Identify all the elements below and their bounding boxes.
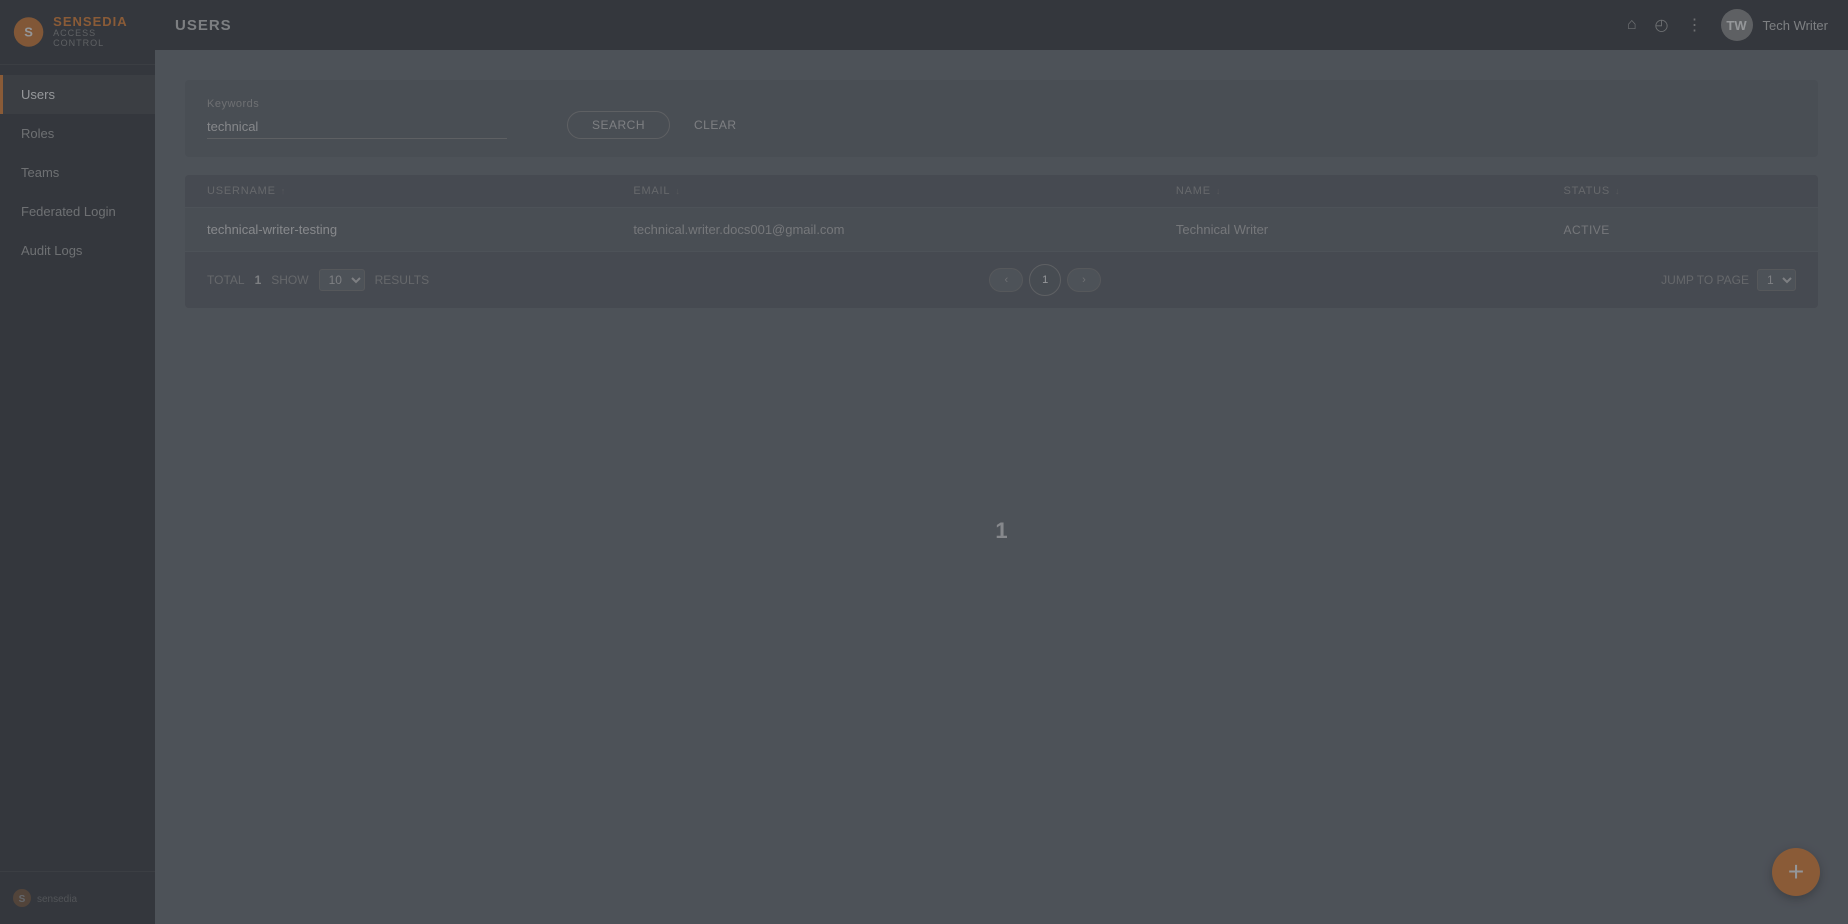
users-table: USERNAME ↑ EMAIL ↓ NAME ↓ STATUS ↓ techn… — [185, 175, 1818, 308]
search-row: Keywords SEARCH CLEAR — [207, 98, 1796, 139]
current-page-button[interactable]: 1 — [1029, 264, 1061, 296]
content-area: Keywords SEARCH CLEAR USERNAME ↑ EMAIL ↓ — [155, 50, 1848, 924]
sidebar-nav: Users Roles Teams Federated Login Audit … — [0, 65, 155, 871]
topbar: USERS ⌂ ◴ ⋮ TW Tech Writer — [155, 0, 1848, 50]
show-select[interactable]: 10 25 50 — [319, 269, 365, 291]
sidebar-item-roles[interactable]: Roles — [0, 114, 155, 153]
search-button[interactable]: SEARCH — [567, 111, 670, 139]
th-name: NAME ↓ — [1176, 185, 1564, 197]
clear-button[interactable]: CLEAR — [682, 111, 749, 139]
total-value: 1 — [255, 273, 262, 287]
results-label: RESULTS — [375, 273, 429, 287]
sidebar-item-label-teams: Teams — [21, 165, 59, 180]
sidebar-bottom-logo: S sensedia — [12, 886, 143, 910]
table-row[interactable]: technical-writer-testing technical.write… — [185, 208, 1818, 252]
pagination-bar: TOTAL 1 SHOW 10 25 50 RESULTS ‹ 1 › — [185, 252, 1818, 308]
sidebar-item-audit-logs[interactable]: Audit Logs — [0, 231, 155, 270]
sensedia-icon: S — [12, 14, 45, 50]
jump-to-page: JUMP TO PAGE 1 — [1661, 269, 1796, 291]
th-email: EMAIL ↓ — [633, 185, 1176, 197]
sidebar-item-label-roles: Roles — [21, 126, 54, 141]
sidebar-item-label-users: Users — [21, 87, 55, 102]
jump-label: JUMP TO PAGE — [1661, 273, 1749, 287]
clock-icon[interactable]: ◴ — [1655, 15, 1669, 35]
sidebar-item-teams[interactable]: Teams — [0, 153, 155, 192]
center-number: 1 — [995, 518, 1007, 544]
cell-status: ACTIVE — [1563, 223, 1796, 237]
svg-text:sensedia: sensedia — [37, 894, 77, 905]
sidebar-bottom: S sensedia — [0, 871, 155, 924]
th-status: STATUS ↓ — [1563, 185, 1796, 197]
sidebar-logo-area: S sensedia ACCESS CONTROL — [0, 0, 155, 65]
page-title: USERS — [175, 17, 232, 34]
cell-email: technical.writer.docs001@gmail.com — [633, 222, 1176, 237]
jump-select[interactable]: 1 — [1757, 269, 1796, 291]
pagination-info: TOTAL 1 SHOW 10 25 50 RESULTS — [207, 269, 429, 291]
main-content: USERS ⌂ ◴ ⋮ TW Tech Writer Keywords SEAR… — [155, 0, 1848, 924]
add-button[interactable]: + — [1772, 848, 1820, 896]
bottom-sensedia-logo: S sensedia — [12, 886, 92, 910]
status-sort-icon[interactable]: ↓ — [1615, 186, 1620, 196]
search-panel: Keywords SEARCH CLEAR — [185, 80, 1818, 157]
home-icon[interactable]: ⌂ — [1627, 16, 1637, 34]
logo-sub: ACCESS CONTROL — [53, 29, 143, 49]
prev-page-button[interactable]: ‹ — [989, 268, 1023, 292]
email-sort-icon[interactable]: ↓ — [675, 186, 680, 196]
sidebar-item-label-audit-logs: Audit Logs — [21, 243, 82, 258]
topbar-icons: ⌂ ◴ ⋮ TW Tech Writer — [1627, 9, 1828, 41]
sidebar-item-users[interactable]: Users — [0, 75, 155, 114]
grid-icon[interactable]: ⋮ — [1687, 15, 1703, 35]
search-input[interactable] — [207, 115, 507, 139]
th-username: USERNAME ↑ — [207, 185, 633, 197]
cell-username: technical-writer-testing — [207, 222, 633, 237]
name-sort-icon[interactable]: ↓ — [1216, 186, 1221, 196]
search-field: Keywords — [207, 98, 527, 139]
table-header: USERNAME ↑ EMAIL ↓ NAME ↓ STATUS ↓ — [185, 175, 1818, 208]
topbar-username: Tech Writer — [1763, 18, 1829, 33]
pagination-controls: ‹ 1 › — [989, 264, 1100, 296]
username-sort-icon[interactable]: ↑ — [281, 186, 286, 196]
sidebar-item-federated-login[interactable]: Federated Login — [0, 192, 155, 231]
svg-text:S: S — [24, 25, 33, 40]
total-label: TOTAL — [207, 273, 245, 287]
sidebar-item-label-federated-login: Federated Login — [21, 204, 116, 219]
topbar-user[interactable]: TW Tech Writer — [1721, 9, 1829, 41]
sidebar: S sensedia ACCESS CONTROL Users Roles Te… — [0, 0, 155, 924]
show-label: SHOW — [271, 273, 308, 287]
logo-text: sensedia ACCESS CONTROL — [53, 15, 143, 49]
next-page-button[interactable]: › — [1067, 268, 1101, 292]
search-buttons: SEARCH CLEAR — [567, 111, 749, 139]
cell-name: Technical Writer — [1176, 222, 1564, 237]
keywords-label: Keywords — [207, 98, 527, 110]
logo-name: sensedia — [53, 15, 143, 29]
svg-text:S: S — [19, 894, 26, 905]
avatar: TW — [1721, 9, 1753, 41]
